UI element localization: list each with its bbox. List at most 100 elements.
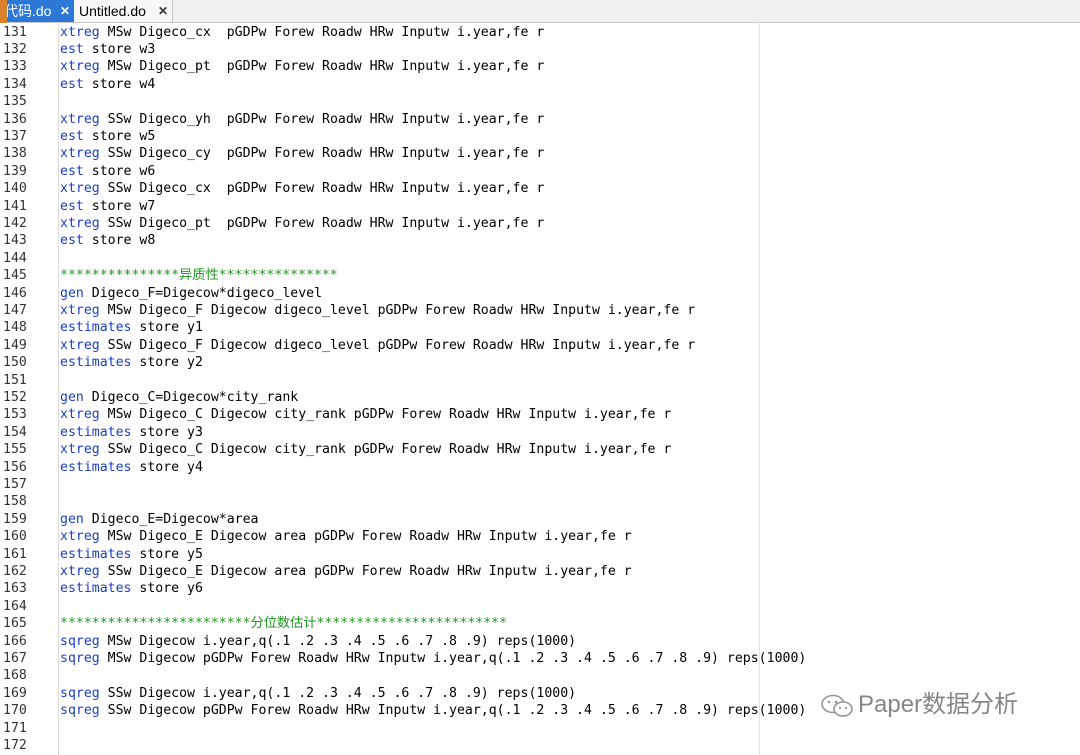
tab-code-do[interactable]: 代码.do ✕ [0, 0, 74, 22]
code-text: xtreg SSw Digeco_pt pGDPw Forew Roadw HR… [60, 215, 544, 232]
code-text: xtreg SSw Digeco_F Digecow digeco_level … [60, 337, 695, 354]
comment-text: ***************异质性*************** [60, 268, 338, 284]
keyword: xtreg [60, 563, 100, 579]
code-args: SSw Digecow i.year,q(.1 .2 .3 .4 .5 .6 .… [99, 685, 577, 701]
code-text: est store w6 [60, 163, 155, 180]
comment-text: ************************分位数估计***********… [60, 616, 508, 632]
code-args: store w6 [83, 163, 156, 179]
line-number: 165 [3, 616, 27, 632]
code-text: xtreg SSw Digeco_yh pGDPw Forew Roadw HR… [60, 111, 544, 128]
code-args: store w7 [83, 198, 156, 214]
close-icon[interactable]: ✕ [158, 0, 168, 22]
code-args: SSw Digecow pGDPw Forew Roadw HRw Inputw… [99, 703, 807, 719]
code-args: MSw Digeco_pt pGDPw Forew Roadw HRw Inpu… [99, 59, 545, 75]
line-number: 142 [3, 215, 27, 231]
code-text: xtreg MSw Digeco_F Digecow digeco_level … [60, 302, 695, 319]
code-text: xtreg MSw Digeco_E Digecow area pGDPw Fo… [60, 528, 632, 545]
line-number: 134 [3, 76, 27, 92]
tab-untitled-do[interactable]: Untitled.do ✕ [75, 0, 173, 22]
edge-guide-line [759, 23, 760, 755]
line-number: 136 [3, 111, 27, 127]
keyword: xtreg [60, 337, 100, 353]
keyword: xtreg [60, 302, 100, 318]
watermark: Paper数据分析 [820, 688, 1018, 722]
code-args: MSw Digeco_F Digecow digeco_level pGDPw … [99, 302, 696, 318]
code-args: store w5 [83, 128, 156, 144]
line-number: 140 [3, 181, 27, 197]
code-text: estimates store y2 [60, 354, 203, 371]
code-args: store y6 [131, 581, 203, 597]
keyword: xtreg [60, 529, 100, 545]
line-number: 154 [3, 424, 27, 440]
line-number: 152 [3, 389, 27, 405]
code-args: store y3 [131, 424, 203, 440]
tab-label: 代码.do [4, 3, 52, 19]
code-text: sqreg MSw Digecow pGDPw Forew Roadw HRw … [60, 650, 806, 667]
line-number: 138 [3, 146, 27, 162]
line-number: 160 [3, 529, 27, 545]
code-text: estimates store y3 [60, 424, 203, 441]
keyword: estimates [60, 459, 132, 475]
line-number: 168 [3, 668, 27, 684]
code-text: sqreg SSw Digecow pGDPw Forew Roadw HRw … [60, 702, 806, 719]
keyword: gen [60, 285, 84, 301]
code-args: MSw Digecow pGDPw Forew Roadw HRw Inputw… [99, 650, 807, 666]
code-args: MSw Digeco_E Digecow area pGDPw Forew Ro… [99, 529, 632, 545]
keyword: estimates [60, 424, 132, 440]
code-args: Digeco_F=Digecow*digeco_level [83, 285, 323, 301]
code-args: SSw Digeco_pt pGDPw Forew Roadw HRw Inpu… [99, 215, 545, 231]
line-number: 153 [3, 407, 27, 423]
code-text: xtreg SSw Digeco_cy pGDPw Forew Roadw HR… [60, 145, 544, 162]
keyword: sqreg [60, 650, 100, 666]
line-number: 143 [3, 233, 27, 249]
keyword: est [60, 76, 84, 92]
line-number: 163 [3, 581, 27, 597]
line-number: 167 [3, 650, 27, 666]
tab-bar: 代码.do ✕ Untitled.do ✕ [0, 0, 1080, 23]
code-args: store y1 [131, 320, 203, 336]
code-args: SSw Digeco_cy pGDPw Forew Roadw HRw Inpu… [99, 146, 545, 162]
line-number: 156 [3, 459, 27, 475]
wechat-icon [820, 694, 854, 718]
code-args: MSw Digeco_cx pGDPw Forew Roadw HRw Inpu… [99, 24, 545, 40]
line-number: 159 [3, 511, 27, 527]
code-text: gen Digeco_C=Digecow*city_rank [60, 389, 298, 406]
code-text: xtreg SSw Digeco_cx pGDPw Forew Roadw HR… [60, 180, 544, 197]
keyword: xtreg [60, 442, 100, 458]
line-number: 137 [3, 128, 27, 144]
watermark-text: Paper数据分析 [858, 691, 1019, 718]
keyword: est [60, 233, 84, 249]
code-args: store y5 [131, 546, 203, 562]
line-number: 150 [3, 355, 27, 371]
code-text: xtreg SSw Digeco_C Digecow city_rank pGD… [60, 441, 671, 458]
code-args: SSw Digeco_C Digecow city_rank pGDPw For… [99, 442, 672, 458]
code-args: Digeco_E=Digecow*area [83, 511, 259, 527]
line-number: 133 [3, 59, 27, 75]
code-text: est store w7 [60, 198, 155, 215]
code-text: xtreg MSw Digeco_cx pGDPw Forew Roadw HR… [60, 24, 544, 41]
keyword: xtreg [60, 181, 100, 197]
line-number: 135 [3, 94, 27, 110]
code-text: estimates store y1 [60, 319, 203, 336]
keyword: estimates [60, 355, 132, 371]
close-icon[interactable]: ✕ [60, 0, 70, 22]
line-number: 162 [3, 563, 27, 579]
line-number: 157 [3, 476, 27, 492]
code-text: sqreg SSw Digecow i.year,q(.1 .2 .3 .4 .… [60, 685, 576, 702]
code-args: store w4 [83, 76, 156, 92]
keyword: xtreg [60, 111, 100, 127]
code-text: xtreg MSw Digeco_pt pGDPw Forew Roadw HR… [60, 58, 544, 75]
keyword: est [60, 41, 84, 57]
code-args: SSw Digeco_yh pGDPw Forew Roadw HRw Inpu… [99, 111, 545, 127]
line-number: 147 [3, 302, 27, 318]
line-number: 144 [3, 250, 27, 266]
keyword: est [60, 198, 84, 214]
line-number: 161 [3, 546, 27, 562]
code-text: ***************异质性*************** [60, 267, 338, 284]
line-number: 172 [3, 737, 27, 753]
code-text: xtreg SSw Digeco_E Digecow area pGDPw Fo… [60, 563, 632, 580]
keyword: gen [60, 511, 84, 527]
code-text: estimates store y4 [60, 459, 203, 476]
keyword: xtreg [60, 24, 100, 40]
line-number: 145 [3, 268, 27, 284]
